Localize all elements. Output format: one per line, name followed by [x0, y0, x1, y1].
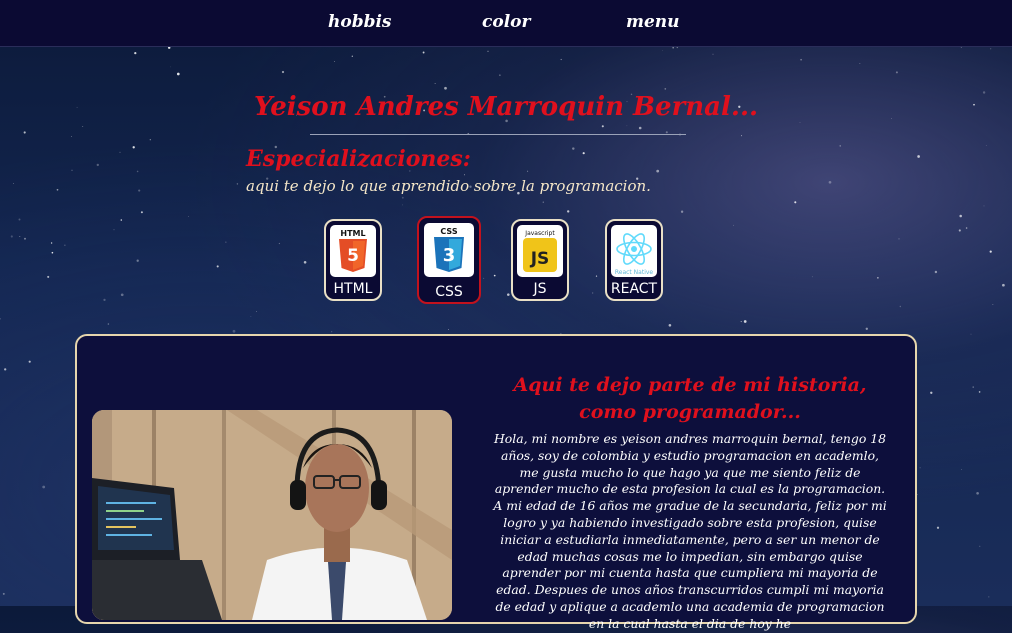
- tech-label-css: CSS: [435, 284, 463, 300]
- css-badge: CSS: [440, 227, 457, 236]
- javascript-icon: Javascript JS: [517, 225, 563, 277]
- js-badge: Javascript: [524, 230, 555, 237]
- svg-text:3: 3: [443, 245, 456, 266]
- svg-text:5: 5: [347, 246, 359, 266]
- story-text: Hola, mi nombre es yeison andres marroqu…: [493, 431, 887, 631]
- tech-card-html[interactable]: HTML 5 HTML: [324, 219, 382, 301]
- html-badge: HTML: [340, 229, 365, 238]
- specializations-heading: Especializaciones:: [246, 146, 471, 172]
- html5-icon: HTML 5: [330, 225, 376, 277]
- tech-label-js: JS: [533, 281, 547, 297]
- react-icon: React Native: [611, 225, 657, 277]
- tech-card-css[interactable]: CSS 3 CSS: [417, 216, 481, 304]
- story-title: Aqui te dejo parte de mi historia, como …: [513, 374, 867, 423]
- nav-hobbis[interactable]: hobbis: [328, 12, 392, 32]
- specializations-subtitle: aqui te dejo lo que aprendido sobre la p…: [246, 177, 651, 195]
- tech-card-react[interactable]: React Native REACT: [605, 219, 663, 301]
- top-nav: hobbis color menu: [0, 0, 1012, 47]
- tech-card-js[interactable]: Javascript JS JS: [511, 219, 569, 301]
- tech-label-html: HTML: [333, 281, 373, 297]
- title-divider: [310, 134, 686, 135]
- tech-label-react: REACT: [610, 281, 658, 297]
- nav-menu[interactable]: menu: [626, 12, 680, 32]
- svg-text:JS: JS: [530, 249, 550, 269]
- nav-color[interactable]: color: [482, 12, 530, 32]
- react-badge: React Native: [615, 269, 654, 276]
- profile-photo: [92, 410, 452, 620]
- css3-icon: CSS 3: [424, 223, 474, 277]
- page-title: Yeison Andres Marroquin Bernal...: [253, 92, 759, 122]
